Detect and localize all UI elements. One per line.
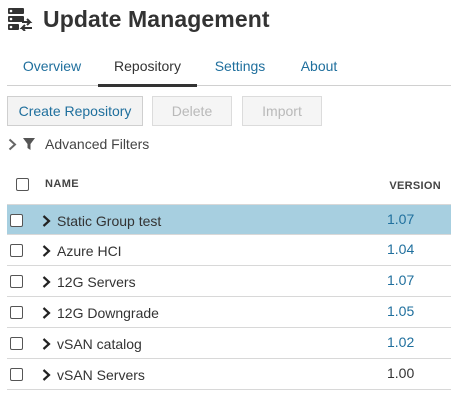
tab-about[interactable]: About: [293, 48, 345, 86]
repository-name: 12G Servers: [57, 274, 136, 290]
table-row[interactable]: 12G Servers 1.07: [7, 266, 451, 297]
table-header: NAME VERSION: [7, 170, 451, 204]
repository-name: Static Group test: [57, 213, 162, 229]
page-header: Update Management: [7, 5, 270, 33]
row-checkbox[interactable]: [10, 244, 23, 257]
repository-name: vSAN catalog: [57, 336, 142, 352]
tab-bar: Overview Repository Settings About: [7, 48, 451, 87]
chevron-right-icon[interactable]: [42, 369, 51, 381]
repository-version[interactable]: 1.07: [387, 211, 414, 227]
import-button[interactable]: Import: [242, 96, 322, 126]
row-checkbox[interactable]: [10, 275, 23, 288]
repository-version[interactable]: 1.02: [387, 334, 414, 350]
page-title: Update Management: [43, 5, 270, 32]
column-header-version[interactable]: VERSION: [389, 180, 441, 192]
chevron-right-icon[interactable]: [42, 338, 51, 350]
tab-overview[interactable]: Overview: [7, 48, 97, 86]
select-all-checkbox[interactable]: [16, 178, 29, 191]
repository-name: 12G Downgrade: [57, 305, 159, 321]
chevron-right-icon[interactable]: [42, 276, 51, 288]
table-row[interactable]: vSAN Servers 1.00: [7, 359, 451, 390]
chevron-right-icon[interactable]: [42, 215, 51, 227]
row-checkbox[interactable]: [10, 368, 23, 381]
table-row[interactable]: Static Group test 1.07: [7, 204, 451, 235]
advanced-filters-label: Advanced Filters: [45, 136, 150, 152]
update-management-icon: [8, 8, 33, 31]
repository-version: 1.00: [387, 365, 415, 381]
funnel-icon: [23, 138, 35, 150]
row-checkbox[interactable]: [10, 306, 23, 319]
repository-version[interactable]: 1.04: [387, 241, 414, 257]
chevron-right-icon[interactable]: [42, 307, 51, 319]
repository-version[interactable]: 1.07: [387, 272, 414, 288]
create-repository-button[interactable]: Create Repository: [7, 96, 143, 126]
table-row[interactable]: 12G Downgrade 1.05: [7, 297, 451, 328]
repository-name: Azure HCI: [57, 243, 122, 259]
tab-repository[interactable]: Repository: [98, 48, 197, 87]
advanced-filters-toggle[interactable]: Advanced Filters: [8, 135, 149, 153]
table-row[interactable]: Azure HCI 1.04: [7, 235, 451, 266]
column-header-name[interactable]: NAME: [45, 178, 79, 190]
chevron-right-icon[interactable]: [42, 245, 51, 257]
delete-button[interactable]: Delete: [152, 96, 232, 126]
table-row[interactable]: vSAN catalog 1.02: [7, 328, 451, 359]
repository-name: vSAN Servers: [57, 367, 145, 383]
row-checkbox[interactable]: [10, 214, 23, 227]
chevron-right-icon: [8, 138, 17, 150]
repository-table: Static Group test 1.07 Azure HCI 1.04 12G Se…: [7, 204, 451, 390]
repository-version[interactable]: 1.05: [387, 303, 414, 319]
tab-settings[interactable]: Settings: [207, 48, 273, 86]
row-checkbox[interactable]: [10, 337, 23, 350]
